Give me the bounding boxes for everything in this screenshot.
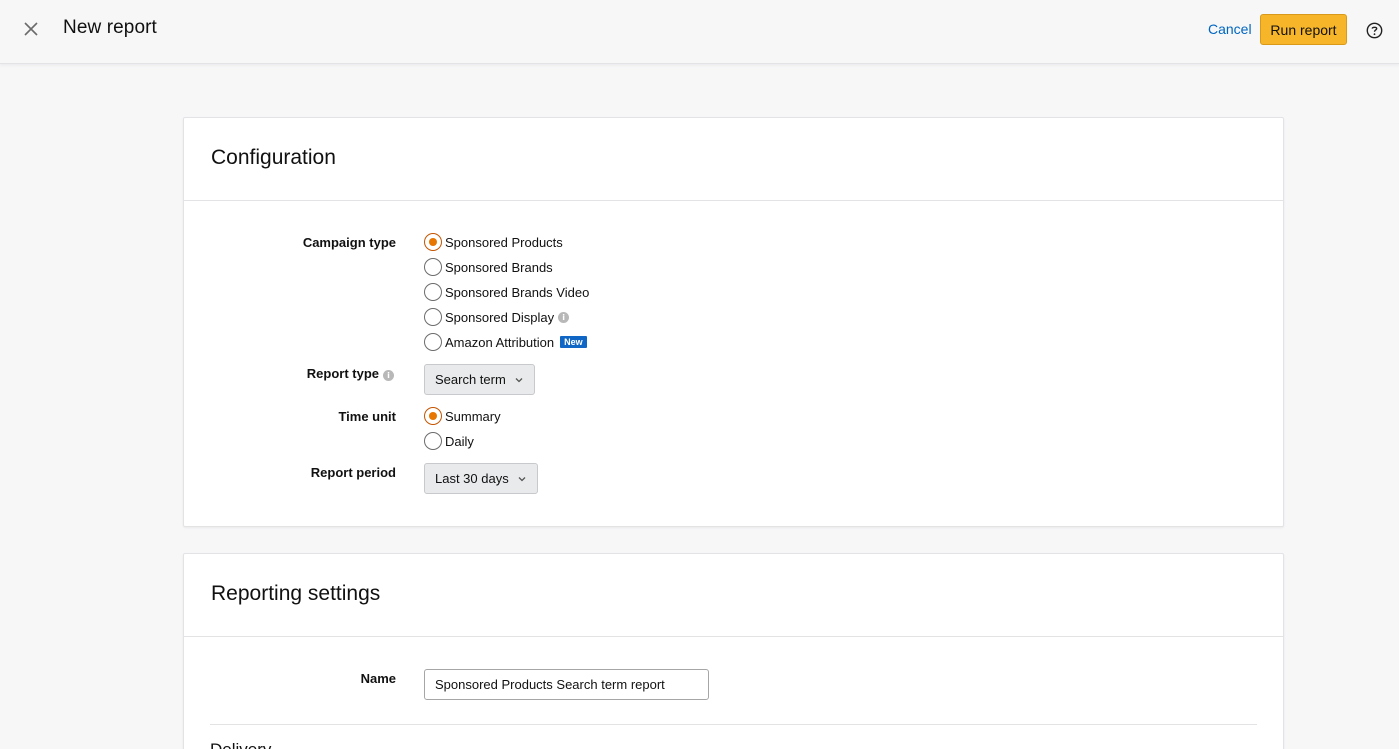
radio-label: Amazon Attribution	[445, 334, 555, 350]
report-type-value: Search term	[435, 372, 506, 387]
radio-label: Sponsored Products	[445, 234, 563, 250]
configuration-title: Configuration	[211, 146, 336, 169]
radio-sponsored-display[interactable]: Sponsored Display i	[424, 307, 570, 327]
radio-button[interactable]	[424, 432, 442, 450]
reporting-settings-header: Reporting settings	[184, 554, 1283, 637]
run-report-button[interactable]: Run report	[1260, 14, 1347, 45]
report-type-label-text: Report type	[306, 366, 379, 381]
radio-sponsored-products[interactable]: Sponsored Products	[424, 232, 563, 252]
chevron-down-icon	[515, 377, 523, 382]
configuration-card: Configuration Campaign type Sponsored Pr…	[183, 117, 1284, 527]
info-icon[interactable]: i	[558, 311, 570, 323]
info-icon[interactable]: i	[383, 370, 394, 381]
campaign-type-label: Campaign type	[302, 235, 396, 250]
radio-button[interactable]	[424, 308, 442, 326]
divider	[210, 724, 1257, 725]
top-bar: New report Cancel Run report	[0, 0, 1399, 64]
radio-amazon-attribution[interactable]: Amazon Attribution New	[424, 332, 587, 352]
radio-label: Sponsored Brands	[445, 259, 553, 275]
help-icon[interactable]	[1366, 22, 1383, 39]
cancel-button[interactable]: Cancel	[1208, 21, 1252, 37]
name-label: Name	[360, 671, 396, 686]
reporting-settings-card: Reporting settings Name Delivery	[183, 553, 1284, 749]
reporting-settings-title: Reporting settings	[211, 582, 381, 605]
radio-label: Summary	[445, 408, 501, 424]
delivery-heading: Delivery	[210, 740, 271, 749]
time-unit-label: Time unit	[338, 409, 396, 424]
report-period-dropdown[interactable]: Last 30 days	[424, 463, 538, 494]
radio-label: Daily	[445, 433, 474, 449]
radio-button[interactable]	[424, 407, 442, 425]
radio-summary[interactable]: Summary	[424, 406, 501, 426]
configuration-header: Configuration	[184, 118, 1283, 201]
radio-button[interactable]	[424, 283, 442, 301]
radio-button[interactable]	[424, 258, 442, 276]
chevron-down-icon	[518, 476, 526, 481]
report-type-dropdown[interactable]: Search term	[424, 364, 535, 395]
radio-label: Sponsored Display	[445, 309, 555, 325]
radio-label: Sponsored Brands Video	[445, 284, 590, 300]
new-badge: New	[560, 336, 587, 348]
close-icon[interactable]	[20, 18, 44, 42]
radio-button[interactable]	[424, 333, 442, 351]
radio-sponsored-brands-video[interactable]: Sponsored Brands Video	[424, 282, 589, 302]
page-title: New report	[63, 17, 157, 38]
report-period-value: Last 30 days	[435, 471, 509, 486]
radio-button[interactable]	[424, 233, 442, 251]
report-period-label: Report period	[310, 465, 396, 480]
report-type-label: Report type i	[184, 366, 394, 381]
radio-daily[interactable]: Daily	[424, 431, 474, 451]
report-name-input[interactable]	[424, 669, 709, 700]
radio-sponsored-brands[interactable]: Sponsored Brands	[424, 257, 553, 277]
